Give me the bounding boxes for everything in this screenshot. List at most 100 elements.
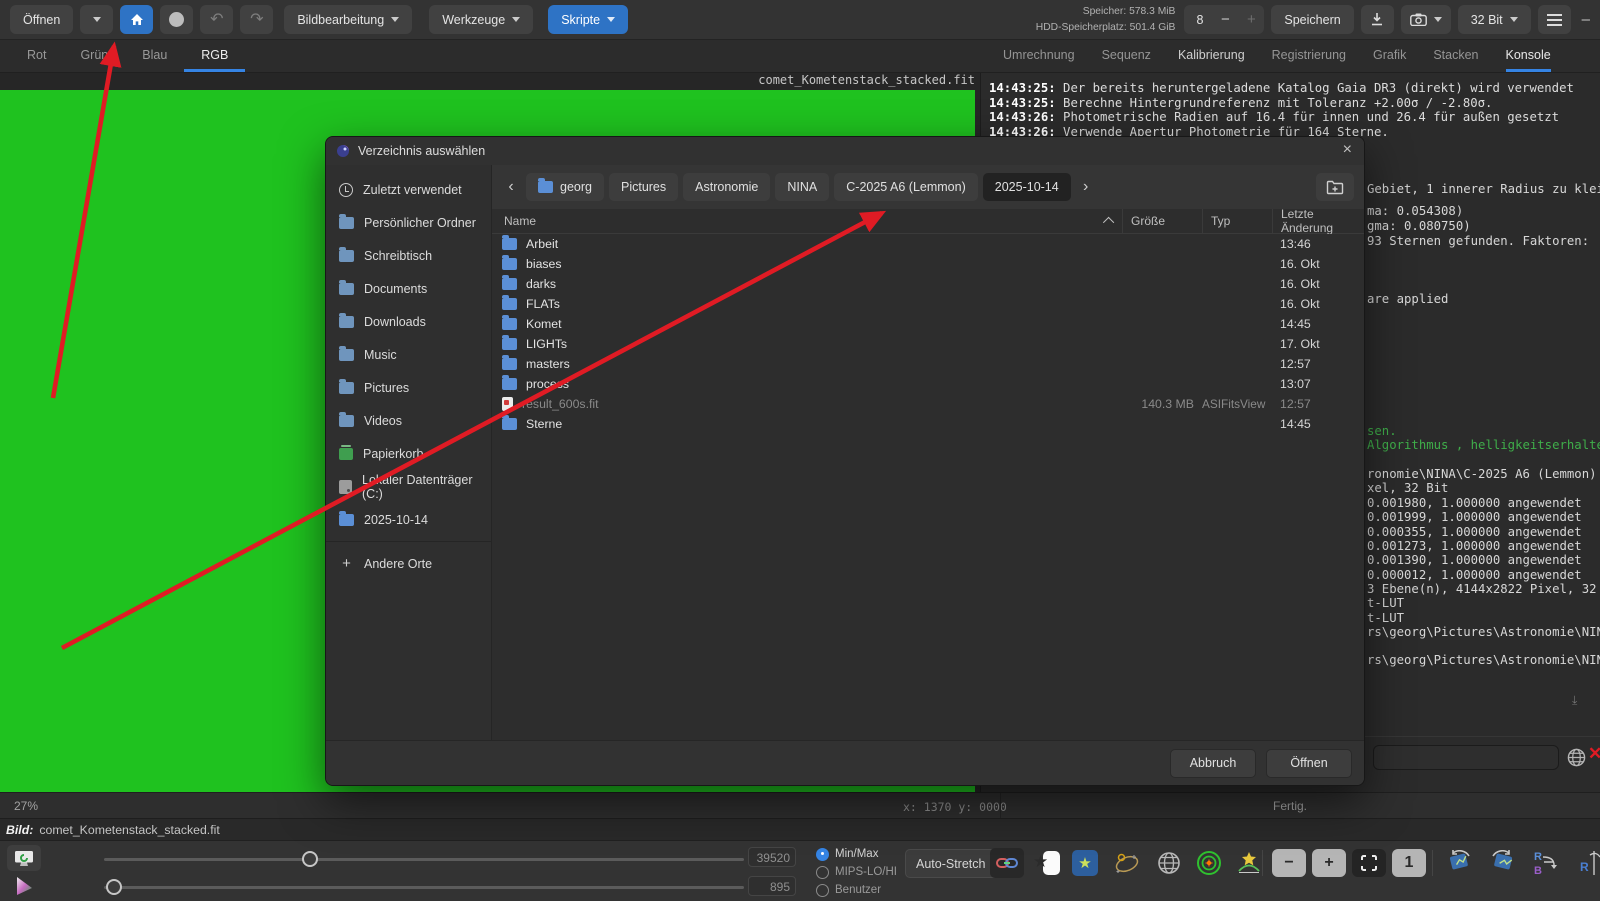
gamut-check-button[interactable] — [10, 874, 38, 898]
new-folder-button[interactable] — [1316, 173, 1354, 201]
channel-tab-gr-n[interactable]: Grün — [63, 40, 125, 72]
file-row[interactable]: result_600s.fit140.3 MBASIFitsView12:57 — [492, 394, 1364, 414]
threads-spinner[interactable]: 8 − + — [1184, 5, 1264, 34]
column-header-type[interactable]: Typ — [1202, 209, 1272, 233]
psf-button[interactable] — [1232, 848, 1266, 878]
minimize-button[interactable]: – — [1582, 11, 1590, 28]
file-row[interactable]: biases16. Okt — [492, 254, 1364, 274]
breadcrumb-2025-10-14[interactable]: 2025-10-14 — [983, 173, 1071, 201]
swap-channels-button[interactable]: R B — [1528, 848, 1562, 878]
tab-registrierung[interactable]: Registrierung — [1272, 40, 1346, 72]
rotate-left-button[interactable] — [1442, 848, 1476, 878]
bit-depth-dropdown[interactable]: 32 Bit — [1458, 5, 1531, 34]
close-icon[interactable]: ✕ — [1588, 744, 1600, 764]
redo-button[interactable]: ↷ — [240, 5, 273, 34]
zoom-out-button[interactable]: − — [1272, 849, 1306, 877]
high-slider[interactable] — [104, 858, 744, 861]
radio-benutzer[interactable]: Benutzer — [816, 882, 881, 898]
file-row[interactable]: darks16. Okt — [492, 274, 1364, 294]
breadcrumb-nina[interactable]: NINA — [775, 173, 829, 201]
breadcrumb-c-2025-a6-lemmon[interactable]: C-2025 A6 (Lemmon) — [834, 173, 978, 201]
sidebar-item-schreibtisch[interactable]: Schreibtisch — [326, 239, 491, 272]
sidebar-item-zuletzt-verwendet[interactable]: Zuletzt verwendet — [326, 173, 491, 206]
tab-konsole[interactable]: Konsole — [1506, 40, 1551, 72]
tab-kalibrierung[interactable]: Kalibrierung — [1178, 40, 1245, 72]
tab-grafik[interactable]: Grafik — [1373, 40, 1406, 72]
file-row[interactable]: masters12:57 — [492, 354, 1364, 374]
hamburger-menu-button[interactable] — [1538, 5, 1571, 34]
tab-sequenz[interactable]: Sequenz — [1102, 40, 1151, 72]
mirror-button[interactable]: R — [1578, 848, 1600, 878]
low-slider[interactable] — [104, 886, 744, 889]
close-icon[interactable]: × — [1343, 141, 1352, 159]
file-row[interactable]: Arbeit13:46 — [492, 234, 1364, 254]
star-mask-toggle-button[interactable]: ★ — [1030, 848, 1064, 878]
processing-indicator-button[interactable] — [160, 5, 193, 34]
file-list[interactable]: Arbeit13:46biases16. Oktdarks16. OktFLAT… — [492, 234, 1364, 741]
sidebar-item-pers-nlicher-ordner[interactable]: Persönlicher Ordner — [326, 206, 491, 239]
menu-scripts[interactable]: Skripte — [548, 5, 628, 34]
tab-stacken[interactable]: Stacken — [1433, 40, 1478, 72]
sidebar-item-andere-orte[interactable]: +Andere Orte — [326, 547, 491, 580]
sidebar-item-lokaler-datentr-ger-c[interactable]: Lokaler Datenträger (C:) — [326, 470, 491, 503]
save-as-button[interactable] — [1361, 5, 1394, 34]
command-help-button[interactable] — [1565, 746, 1587, 768]
low-value-field[interactable]: 895 — [748, 876, 796, 896]
open-recent-dropdown-button[interactable] — [80, 5, 113, 34]
menu-tools[interactable]: Werkzeuge — [429, 5, 533, 34]
gamut-triangle-icon — [13, 875, 35, 897]
sidebar-item-documents[interactable]: Documents — [326, 272, 491, 305]
sidebar-item-papierkorb[interactable]: Papierkorb — [326, 437, 491, 470]
tab-umrechnung[interactable]: Umrechnung — [1003, 40, 1075, 72]
photometry-button[interactable] — [1192, 848, 1226, 878]
sidebar-item-videos[interactable]: Videos — [326, 404, 491, 437]
file-row[interactable]: FLATs16. Okt — [492, 294, 1364, 314]
star-detection-button[interactable]: ★ — [1068, 848, 1102, 878]
file-row[interactable]: Komet14:45 — [492, 314, 1364, 334]
channel-tab-rgb[interactable]: RGB — [184, 40, 245, 72]
display-profile-button[interactable] — [7, 845, 41, 871]
column-header-size[interactable]: Größe — [1122, 209, 1202, 233]
zoom-100-button[interactable]: 1 — [1392, 849, 1426, 877]
radio-mips-lo-hi[interactable]: MIPS-LO/HI — [816, 864, 897, 880]
cancel-button[interactable]: Abbruch — [1170, 749, 1256, 778]
save-button[interactable]: Speichern — [1271, 5, 1353, 34]
sidebar-item-downloads[interactable]: Downloads — [326, 305, 491, 338]
low-slider-thumb[interactable] — [106, 879, 122, 895]
comet-tool-button[interactable] — [1110, 848, 1144, 878]
sidebar-item-2025-10-14[interactable]: 2025-10-14 — [326, 503, 491, 536]
threads-increment-button[interactable]: + — [1238, 11, 1264, 28]
channel-link-button[interactable] — [990, 848, 1024, 878]
breadcrumb-back-button[interactable]: ‹ — [502, 178, 520, 196]
threads-decrement-button[interactable]: − — [1212, 11, 1238, 28]
home-button[interactable] — [120, 5, 153, 34]
file-row[interactable]: process13:07 — [492, 374, 1364, 394]
dialog-titlebar[interactable]: Verzeichnis auswählen × — [326, 137, 1364, 166]
menu-image-processing[interactable]: Bildbearbeitung — [284, 5, 412, 34]
zoom-fit-button[interactable] — [1352, 849, 1386, 877]
breadcrumb-georg[interactable]: georg — [526, 173, 604, 201]
rotate-right-button[interactable] — [1486, 848, 1520, 878]
breadcrumb-pictures[interactable]: Pictures — [609, 173, 678, 201]
column-header-modified[interactable]: Letzte Änderung — [1272, 209, 1364, 233]
column-header-name[interactable]: Name — [492, 214, 1122, 228]
sidebar-item-music[interactable]: Music — [326, 338, 491, 371]
console-export-icon[interactable]: ⤓ — [1572, 693, 1577, 708]
channel-tab-blau[interactable]: Blau — [125, 40, 184, 72]
breadcrumb-forward-button[interactable]: › — [1077, 178, 1095, 196]
high-value-field[interactable]: 39520 — [748, 847, 796, 867]
command-input[interactable] — [1373, 745, 1559, 770]
open-button[interactable]: Öffnen — [10, 5, 73, 34]
sidebar-item-pictures[interactable]: Pictures — [326, 371, 491, 404]
snapshot-button[interactable] — [1401, 5, 1451, 34]
open-directory-button[interactable]: Öffnen — [1266, 749, 1352, 778]
high-slider-thumb[interactable] — [302, 851, 318, 867]
astrometry-button[interactable] — [1152, 848, 1186, 878]
file-row[interactable]: Sterne14:45 — [492, 414, 1364, 434]
file-row[interactable]: LIGHTs17. Okt — [492, 334, 1364, 354]
undo-button[interactable]: ↶ — [200, 5, 233, 34]
zoom-in-button[interactable]: + — [1312, 849, 1346, 877]
radio-min-max[interactable]: Min/Max — [816, 846, 878, 862]
breadcrumb-astronomie[interactable]: Astronomie — [683, 173, 770, 201]
channel-tab-rot[interactable]: Rot — [10, 40, 63, 72]
